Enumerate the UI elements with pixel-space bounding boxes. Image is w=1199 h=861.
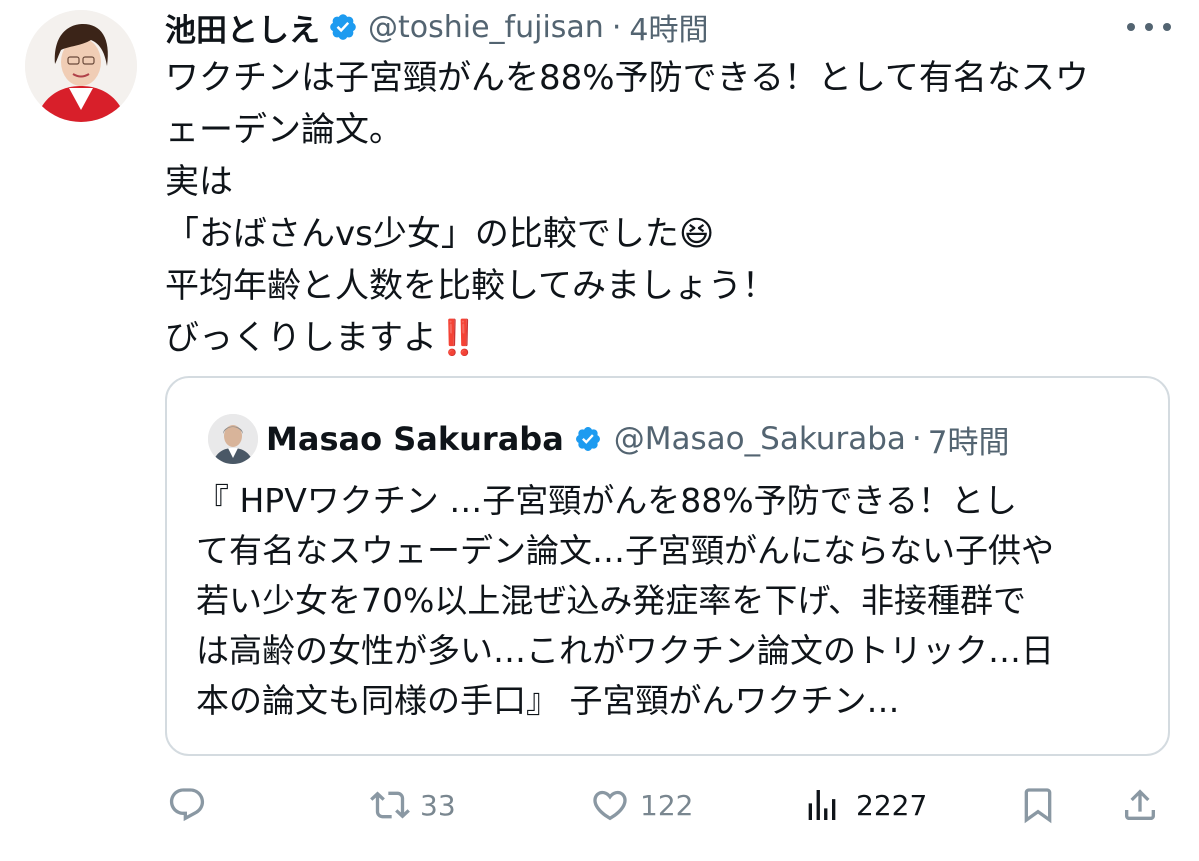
quoted-author-handle: @Masao_Sakuraba (613, 421, 906, 457)
share-icon (1120, 785, 1160, 825)
tweet-timestamp[interactable]: 4時間 (629, 5, 708, 49)
tweet-line: 平均年齢と人数を比較してみましょう！ (165, 266, 776, 306)
author-display-name[interactable]: 池田としえ (165, 5, 320, 50)
like-count: 122 (640, 788, 694, 822)
quoted-tweet-card[interactable]: Masao Sakuraba @Masao_Sakuraba · 7時間 『 H… (165, 376, 1170, 756)
verified-badge-icon (328, 12, 358, 42)
tweet-line: ワクチンは子宮頸がんを88%予防できる！として有名なスウ (165, 58, 1089, 98)
view-count: 2227 (856, 788, 928, 822)
tweet-header: 池田としえ @toshie_fujisan · 4時間 (165, 4, 708, 50)
tweet-line: ェーデン論文。 (165, 110, 403, 150)
separator-dot: · (911, 421, 922, 457)
verified-badge-icon (574, 425, 602, 453)
quoted-tweet-text: 『 HPVワクチン …子宮頸がんを88%予防できる！とし て有名なスウェーデン論… (196, 476, 1156, 726)
share-button[interactable] (1120, 780, 1160, 830)
tweet-line: 実は (165, 162, 233, 202)
reply-icon (167, 785, 207, 825)
like-button[interactable]: 122 (590, 780, 693, 830)
heart-icon (590, 785, 630, 825)
quoted-tweet-line: 本の論文も同様の手口』 子宮頸がんワクチン… (196, 681, 900, 720)
more-dot (1163, 23, 1171, 31)
bookmark-button[interactable] (1018, 780, 1058, 830)
quoted-tweet-header: Masao Sakuraba @Masao_Sakuraba · 7時間 (266, 415, 1009, 463)
tweet-line: 「おばさんvs少女」の比較でした😆 (165, 214, 715, 254)
quoted-tweet-line: 『 HPVワクチン …子宮頸がんを88%予防できる！とし (196, 481, 1017, 520)
more-options-icon[interactable] (1127, 12, 1171, 42)
quoted-tweet-line: は高齢の女性が多い…これがワクチン論文のトリック…日 (196, 631, 1054, 670)
more-dot (1127, 23, 1135, 31)
quoted-author-avatar (208, 414, 258, 464)
tweet-text: ワクチンは子宮頸がんを88%予防できる！として有名なスウ ェーデン論文。 実は … (165, 52, 1165, 364)
reply-button[interactable] (167, 780, 217, 830)
more-dot (1145, 23, 1153, 31)
quoted-author-display-name: Masao Sakuraba (266, 420, 564, 458)
author-handle[interactable]: @toshie_fujisan (368, 10, 604, 45)
bookmark-icon (1018, 785, 1058, 825)
separator-dot: · (611, 9, 622, 45)
quoted-tweet-line: て有名なスウェーデン論文…子宮頸がんにならない子供や (196, 531, 1054, 570)
retweet-icon (370, 785, 410, 825)
views-bar-chart-icon (802, 785, 842, 825)
quoted-tweet-timestamp: 7時間 (927, 424, 1010, 461)
author-avatar[interactable] (25, 10, 137, 122)
tweet-line: びっくりしますよ‼️ (165, 318, 480, 358)
views-button[interactable]: 2227 (802, 780, 927, 830)
retweet-count: 33 (420, 788, 456, 822)
tweet-action-bar: 33 122 2227 (165, 780, 1175, 830)
quoted-tweet-line: 若い少女を70%以上混ぜ込み発症率を下げ、非接種群で (196, 581, 1027, 620)
retweet-button[interactable]: 33 (370, 780, 456, 830)
